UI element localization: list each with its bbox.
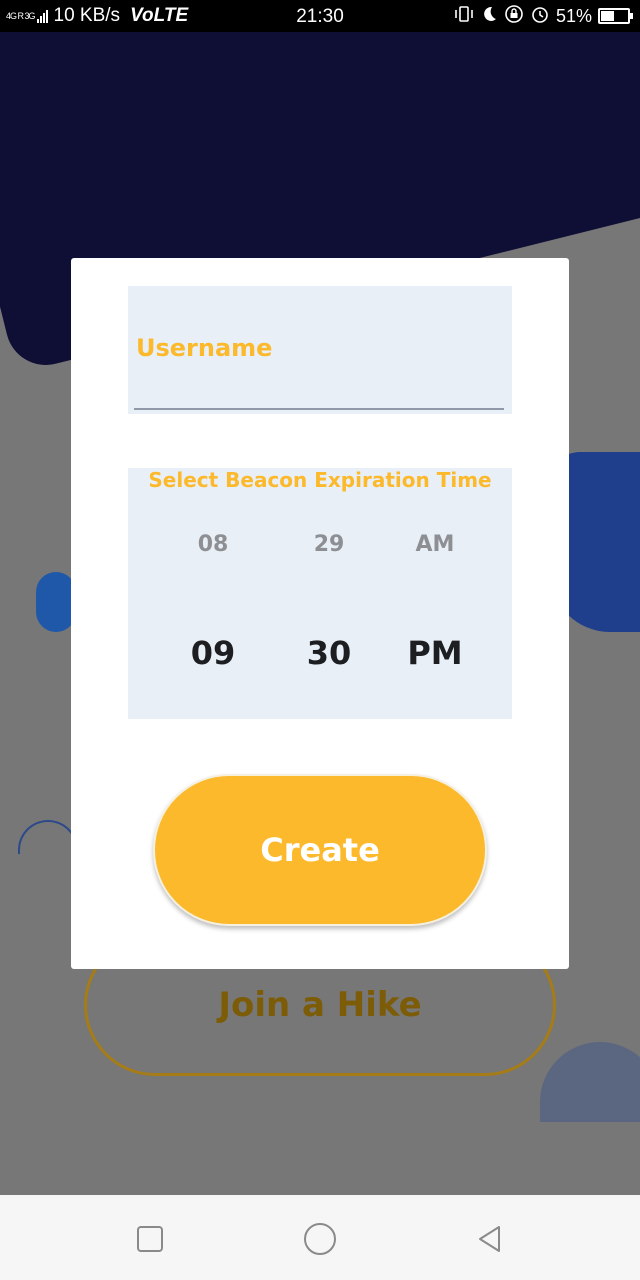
- time-picker-title: Select Beacon Expiration Time: [148, 468, 492, 492]
- status-left: 4G R 3G 10 KB/s VoLTE: [6, 0, 188, 32]
- back-icon[interactable]: [470, 1221, 510, 1257]
- vibrate-icon: [454, 5, 474, 28]
- minute-option-previous[interactable]: 29: [284, 532, 374, 557]
- cloud-illustration: [540, 1042, 640, 1122]
- alarm-icon: [530, 4, 550, 29]
- signal-icon: 4G R 3G: [6, 9, 48, 23]
- battery-icon: [598, 8, 633, 24]
- status-right: 51%: [454, 0, 633, 32]
- create-button[interactable]: Create: [153, 774, 487, 926]
- username-field-container: Username: [128, 286, 512, 414]
- create-beacon-dialog: Username Select Beacon Expiration Time 0…: [71, 258, 569, 969]
- home-icon[interactable]: [300, 1221, 340, 1257]
- hour-option-previous[interactable]: 08: [168, 532, 258, 557]
- moon-icon: [480, 5, 498, 28]
- rotation-lock-icon: [504, 4, 524, 29]
- volte-indicator: VoLTE: [130, 5, 189, 26]
- ampm-selected[interactable]: PM: [390, 634, 480, 672]
- username-input[interactable]: [134, 350, 504, 410]
- hour-selected[interactable]: 09: [168, 634, 258, 672]
- network-speed: 10 KB/s: [53, 5, 121, 26]
- time-picker: Select Beacon Expiration Time 08 29 AM 0…: [128, 468, 512, 719]
- cloud-illustration: [18, 820, 78, 854]
- navigation-bar: [0, 1195, 640, 1280]
- recent-apps-icon[interactable]: [130, 1221, 170, 1257]
- background-hiker-illustration: [36, 572, 76, 632]
- network-type: 4G R 3G: [6, 11, 35, 21]
- minute-selected[interactable]: 30: [284, 634, 374, 672]
- status-bar: 4G R 3G 10 KB/s VoLTE 21:30 51%: [0, 0, 640, 32]
- battery-percent: 51%: [555, 5, 592, 26]
- ampm-option-previous[interactable]: AM: [390, 532, 480, 557]
